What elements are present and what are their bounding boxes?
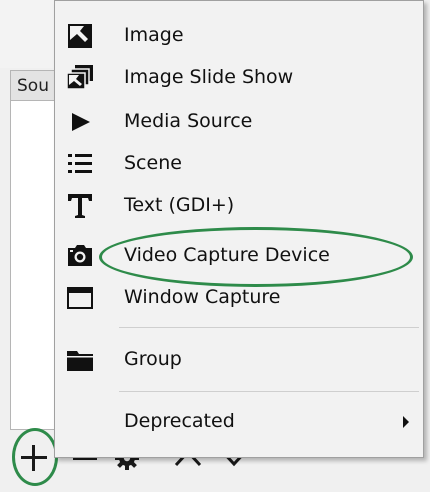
add-source-menu: Image Image Slide Show Media Source Scen… (54, 0, 424, 458)
menu-item-image-slide-show[interactable]: Image Slide Show (55, 57, 423, 99)
menu-separator (119, 391, 419, 392)
image-slideshow-icon (65, 63, 95, 93)
submenu-arrow-icon (403, 416, 409, 428)
menu-item-group[interactable]: Group (55, 339, 423, 381)
camera-icon (65, 241, 95, 271)
window-icon (65, 283, 95, 313)
menu-item-image[interactable]: Image (55, 15, 423, 57)
menu-item-label: Deprecated (124, 410, 235, 432)
folder-icon (65, 345, 95, 375)
menu-item-label: Image (124, 24, 184, 46)
menu-item-scene[interactable]: Scene (55, 143, 423, 185)
menu-item-window-capture[interactable]: Window Capture (55, 277, 423, 319)
panel-header (0, 0, 60, 68)
play-icon (65, 107, 95, 137)
menu-item-media-source[interactable]: Media Source (55, 101, 423, 143)
list-icon (65, 149, 95, 179)
menu-separator (119, 327, 419, 328)
menu-item-label: Group (124, 348, 182, 370)
add-button-annotation-circle (12, 428, 58, 486)
menu-item-text-gdi[interactable]: Text (GDI+) (55, 185, 423, 227)
menu-item-label: Media Source (124, 110, 253, 132)
menu-item-label: Text (GDI+) (124, 194, 235, 216)
text-icon (65, 191, 95, 221)
image-icon (65, 21, 95, 51)
menu-item-label: Image Slide Show (124, 66, 294, 88)
menu-item-deprecated[interactable]: Deprecated (55, 401, 423, 443)
menu-item-label: Scene (124, 152, 182, 174)
menu-item-label: Window Capture (124, 286, 281, 308)
